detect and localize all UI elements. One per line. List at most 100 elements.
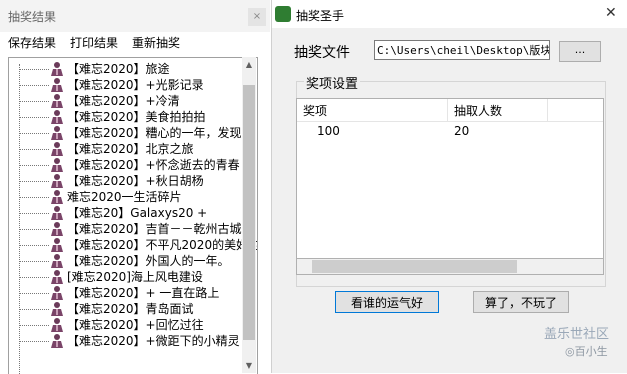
person-icon <box>51 78 63 92</box>
scroll-down-arrow-icon[interactable]: ▼ <box>244 361 254 371</box>
person-icon <box>51 254 63 268</box>
person-icon <box>51 222 63 236</box>
list-item[interactable]: 【难忘2020】+冷清 <box>9 93 249 109</box>
prize-table[interactable]: 奖项 抽取人数 100 20 <box>296 98 604 275</box>
result-list-scroll-thumb[interactable] <box>243 85 255 340</box>
list-item-label: [难忘2020]海上风电建设 <box>67 270 203 284</box>
list-item[interactable]: 【难忘2020】+秋日胡杨 <box>9 173 249 189</box>
tree-connector <box>19 197 49 198</box>
list-item[interactable]: 【难忘20】Galaxys20 + <box>9 205 249 221</box>
menu-save-results[interactable]: 保存结果 <box>8 34 56 51</box>
person-icon <box>51 302 63 316</box>
file-path-input[interactable]: C:\Users\cheil\Desktop\版块活 <box>374 40 550 60</box>
list-item[interactable]: 【难忘2020】北京之旅 <box>9 141 249 157</box>
tree-connector <box>19 277 49 278</box>
list-item-label: 【难忘20】Galaxys20 + <box>67 206 208 220</box>
list-item-label: 【难忘2020】+光影记录 <box>67 78 204 92</box>
list-item[interactable]: 【难忘2020】+微距下的小精灵 <box>9 333 249 349</box>
list-item[interactable]: [难忘2020]海上风电建设 <box>9 269 249 285</box>
tree-connector <box>19 117 49 118</box>
lottery-window-title: 抽奖圣手 <box>296 9 345 23</box>
list-item-label: 【难忘2020】青岛面试 <box>67 302 194 316</box>
person-icon <box>51 158 63 172</box>
list-item[interactable]: 【难忘2020】+ 一直在路上 <box>9 285 249 301</box>
tree-connector <box>19 165 49 166</box>
draw-button[interactable]: 看谁的运气好 <box>335 291 439 313</box>
results-window-title: 抽奖结果 <box>8 10 57 24</box>
tree-connector <box>19 229 49 230</box>
list-item-label: 【难忘2020】北京之旅 <box>67 142 194 156</box>
count-cell: 20 <box>454 124 470 138</box>
lottery-titlebar: 抽奖圣手 ✕ <box>272 0 627 28</box>
results-close-button[interactable]: × <box>248 8 266 26</box>
results-window: 抽奖结果 × 保存结果 打印结果 重新抽奖 【难忘2020】旅途 【难忘2020】… <box>0 0 270 374</box>
result-list[interactable]: 【难忘2020】旅途 【难忘2020】+光影记录 【难忘2020】+冷清 【难忘202… <box>8 57 258 374</box>
watermark-author: ◎百小生 <box>565 345 608 358</box>
list-item[interactable]: 【难忘2020】青岛面试 <box>9 301 249 317</box>
tree-connector <box>19 181 49 182</box>
app-icon <box>275 6 291 22</box>
list-item[interactable]: 【难忘2020】吉首－－乾州古城 <box>9 221 249 237</box>
tree-connector <box>19 293 49 294</box>
person-icon <box>51 110 63 124</box>
list-item-label: 【难忘2020】+ 一直在路上 <box>67 286 220 300</box>
person-icon <box>51 334 63 348</box>
file-label: 抽奖文件 <box>294 45 350 61</box>
list-item[interactable]: 【难忘2020】糟心的一年，发现生 <box>9 125 254 141</box>
list-item-label: 【难忘2020】美食拍拍拍 <box>67 110 206 124</box>
list-item[interactable]: 【难忘2020】+回忆过往 <box>9 317 249 333</box>
column-header-count[interactable]: 抽取人数 <box>454 102 502 119</box>
menu-print-results[interactable]: 打印结果 <box>70 34 118 51</box>
column-divider <box>447 99 448 121</box>
person-icon <box>51 190 63 204</box>
prize-settings-label: 奖项设置 <box>304 73 361 92</box>
list-item-label: 【难忘2020】+回忆过往 <box>67 318 204 332</box>
list-item[interactable]: 难忘2020一生活碎片 <box>9 189 249 205</box>
tree-connector <box>19 325 49 326</box>
list-item-label: 难忘2020一生活碎片 <box>67 190 182 204</box>
scroll-up-arrow-icon[interactable]: ▲ <box>244 60 254 70</box>
person-icon <box>51 94 63 108</box>
lottery-close-button[interactable]: ✕ <box>605 5 617 21</box>
list-item[interactable]: 【难忘2020】外国人的一年。 <box>9 253 249 269</box>
list-item[interactable]: 【难忘2020】不平凡2020的美好时 <box>9 237 257 253</box>
menu-redraw[interactable]: 重新抽奖 <box>132 34 180 51</box>
column-divider <box>547 99 548 121</box>
person-icon <box>51 62 63 76</box>
person-icon <box>51 206 63 220</box>
tree-connector <box>19 101 49 102</box>
list-item[interactable]: 【难忘2020】+怀念逝去的青春 <box>9 157 249 173</box>
list-item[interactable]: 【难忘2020】+光影记录 <box>9 77 249 93</box>
list-item-label: 【难忘2020】旅途 <box>67 62 170 76</box>
list-item[interactable]: 【难忘2020】美食拍拍拍 <box>9 109 249 125</box>
list-item-label: 【难忘2020】+微距下的小精灵 <box>67 334 240 348</box>
tree-connector <box>19 149 49 150</box>
list-item-label: 【难忘2020】外国人的一年。 <box>67 254 230 268</box>
lottery-window: 抽奖圣手 ✕ 抽奖文件 C:\Users\cheil\Desktop\版块活 .… <box>271 0 627 373</box>
list-item-label: 【难忘2020】+冷清 <box>67 94 180 108</box>
tree-connector <box>19 213 49 214</box>
person-icon <box>51 174 63 188</box>
browse-button[interactable]: ... <box>559 41 601 62</box>
tree-connector <box>19 85 49 86</box>
prize-table-header: 奖项 抽取人数 <box>297 99 603 122</box>
prize-cell: 100 <box>317 124 340 138</box>
tree-connector <box>19 261 49 262</box>
tree-connector <box>19 69 49 70</box>
results-titlebar: 抽奖结果 × <box>0 0 270 32</box>
person-icon <box>51 318 63 332</box>
person-icon <box>51 142 63 156</box>
quit-button[interactable]: 算了，不玩了 <box>473 291 569 313</box>
list-item-label: 【难忘2020】吉首－－乾州古城 <box>67 222 242 236</box>
tree-connector <box>19 341 49 342</box>
column-header-prize[interactable]: 奖项 <box>303 102 327 119</box>
list-item-label: 【难忘2020】+怀念逝去的青春 <box>67 158 240 172</box>
prize-table-hscroll-thumb[interactable] <box>312 260 517 273</box>
watermark-text: 盖乐世社区 <box>544 327 610 342</box>
list-item-label: 【难忘2020】糟心的一年，发现生 <box>67 126 254 140</box>
list-item[interactable]: 【难忘2020】旅途 <box>9 61 249 77</box>
list-item-label: 【难忘2020】不平凡2020的美好时 <box>67 238 258 252</box>
tree-connector <box>19 133 49 134</box>
person-icon <box>51 286 63 300</box>
list-item-label: 【难忘2020】+秋日胡杨 <box>67 174 204 188</box>
